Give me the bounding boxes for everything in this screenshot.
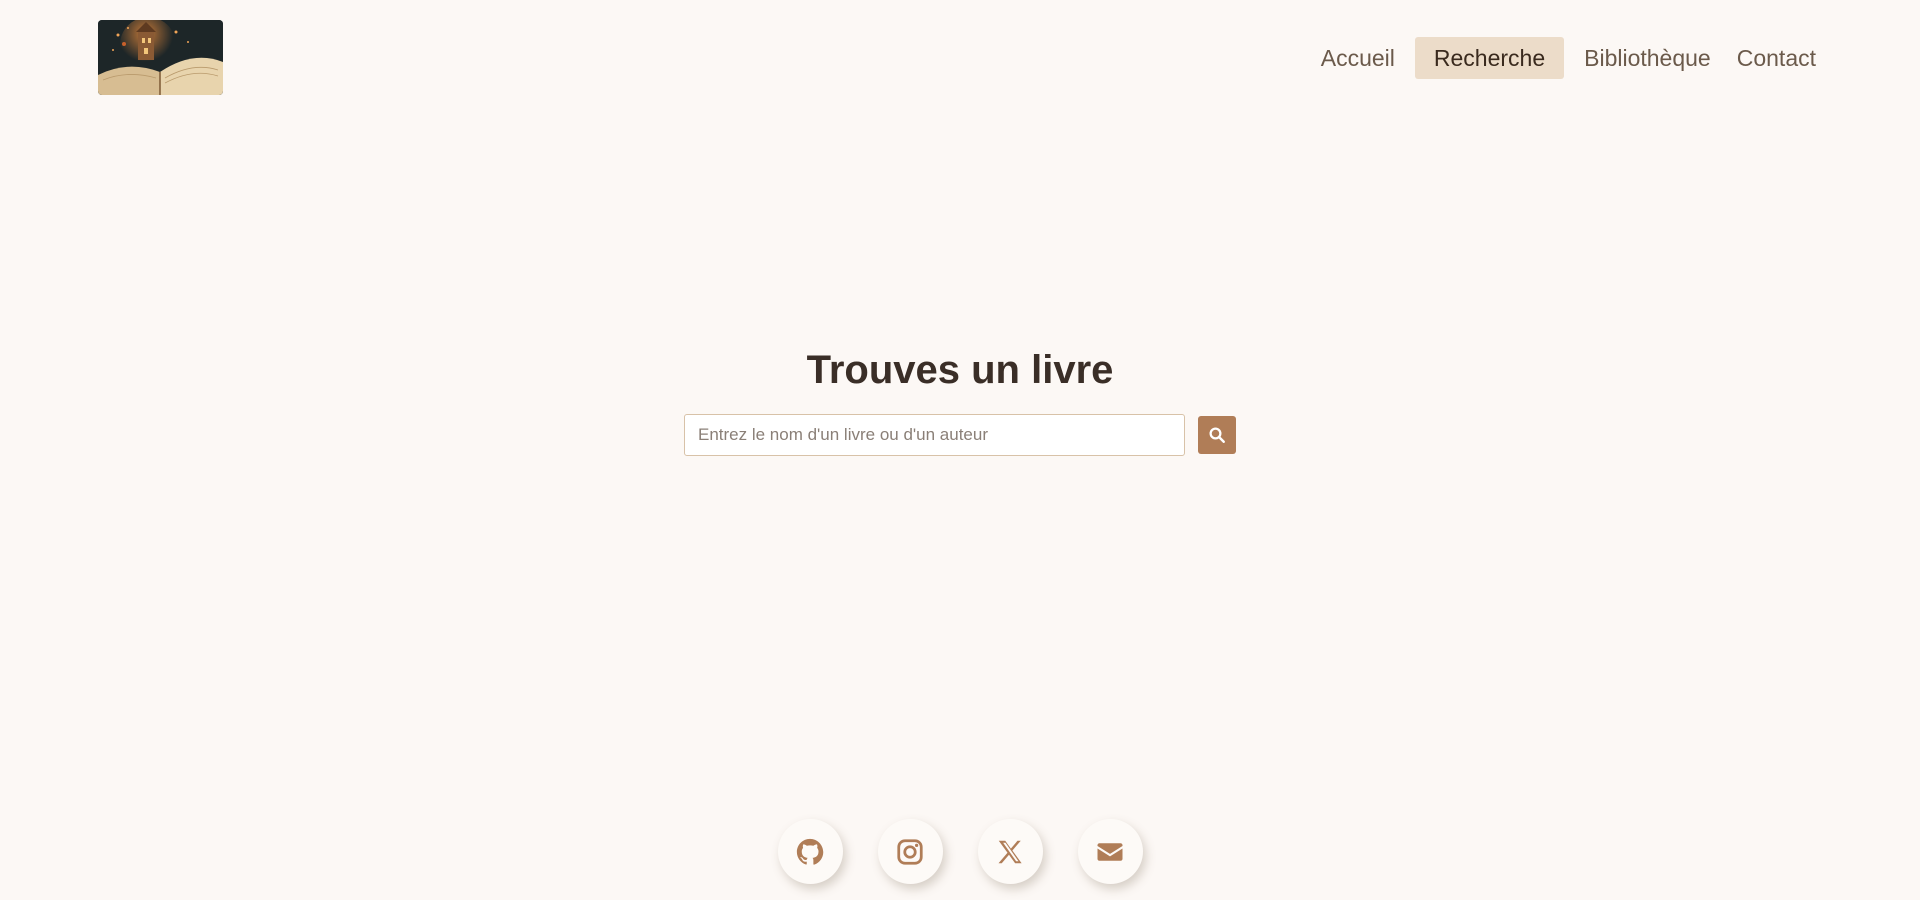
nav-item-contact[interactable]: Contact	[1731, 37, 1822, 79]
x-link[interactable]	[977, 819, 1043, 884]
x-icon	[995, 837, 1025, 867]
email-link[interactable]	[1077, 819, 1143, 884]
github-icon	[795, 837, 825, 867]
search-button[interactable]	[1198, 416, 1236, 454]
social-links	[0, 819, 1920, 884]
nav-item-bibliotheque[interactable]: Bibliothèque	[1578, 37, 1717, 79]
search-input[interactable]	[684, 414, 1185, 456]
instagram-link[interactable]	[877, 819, 943, 884]
nav-item-accueil[interactable]: Accueil	[1315, 37, 1401, 79]
page: Accueil Recherche Bibliothèque Contact T…	[0, 0, 1920, 900]
github-link[interactable]	[777, 819, 843, 884]
logo-image	[98, 20, 223, 95]
search-bar	[684, 414, 1236, 456]
envelope-icon	[1095, 837, 1125, 867]
main-nav: Accueil Recherche Bibliothèque Contact	[1315, 37, 1822, 79]
nav-item-recherche[interactable]: Recherche	[1414, 37, 1565, 79]
site-logo[interactable]	[98, 20, 223, 95]
instagram-icon	[895, 837, 925, 867]
search-icon	[1208, 426, 1226, 444]
page-title: Trouves un livre	[806, 348, 1114, 392]
site-header: Accueil Recherche Bibliothèque Contact	[0, 0, 1920, 115]
